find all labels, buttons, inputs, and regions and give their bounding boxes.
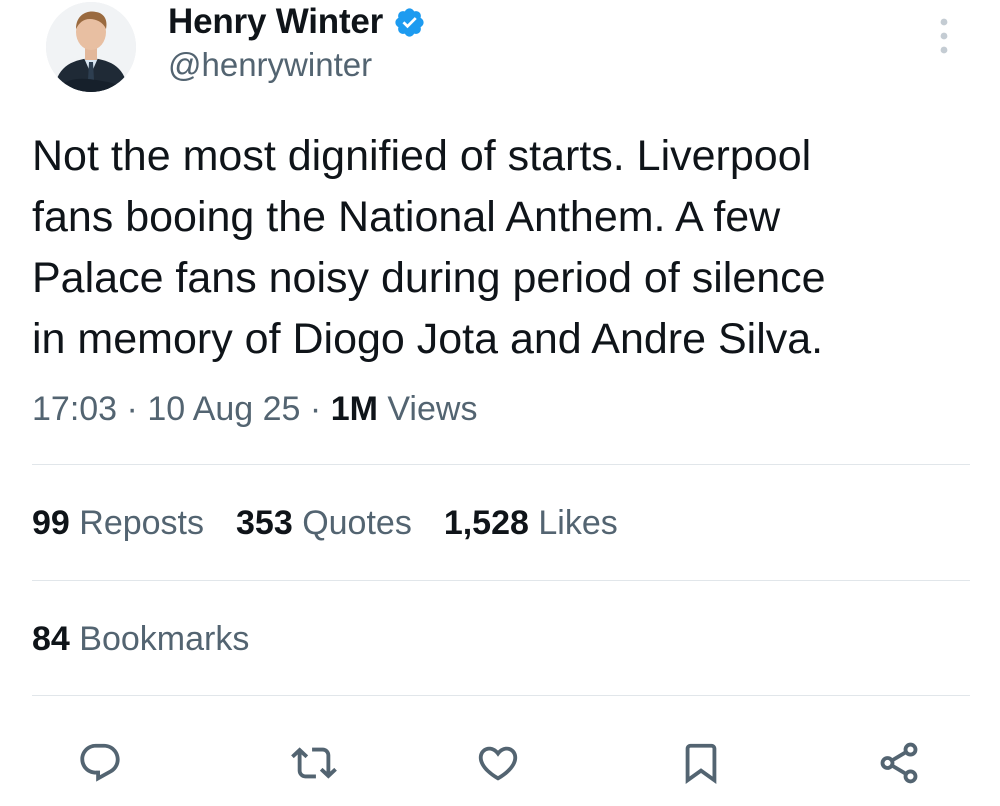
bookmarks-label: Bookmarks xyxy=(69,620,250,658)
share-nodes-icon xyxy=(880,742,918,784)
views-count: 1M xyxy=(330,390,378,428)
likes-stat[interactable]: 1,528 Likes xyxy=(444,504,618,543)
verified-badge-icon xyxy=(393,6,426,39)
vertical-ellipsis-icon[interactable] xyxy=(930,16,958,56)
reposts-stat[interactable]: 99 Reposts xyxy=(32,504,204,543)
meta-separator: · xyxy=(300,390,331,428)
reply-button[interactable] xyxy=(75,738,125,788)
bookmark-button[interactable] xyxy=(676,738,726,788)
divider xyxy=(32,464,970,465)
divider xyxy=(32,580,970,581)
author-name-row[interactable]: Henry Winter xyxy=(168,0,426,44)
bookmarks-stat[interactable]: 84 Bookmarks xyxy=(32,620,249,659)
stats-row: 99 Reposts 353 Quotes 1,528 Likes xyxy=(32,504,618,543)
bookmarks-count: 84 xyxy=(32,620,70,658)
views-label: Views xyxy=(377,390,478,428)
reposts-count: 99 xyxy=(32,504,70,542)
quotes-label: Quotes xyxy=(292,504,412,542)
quotes-stat[interactable]: 353 Quotes xyxy=(236,504,412,543)
heart-icon xyxy=(478,746,518,781)
bookmark-icon xyxy=(685,743,717,784)
meta-separator: · xyxy=(117,390,148,428)
avatar[interactable] xyxy=(46,2,136,92)
divider xyxy=(32,695,970,696)
avatar-image xyxy=(46,2,136,92)
speech-bubble-icon xyxy=(80,743,120,782)
tweet-time[interactable]: 17:03 xyxy=(32,390,117,428)
likes-label: Likes xyxy=(528,504,618,542)
author-name[interactable]: Henry Winter xyxy=(168,2,383,42)
quotes-count: 353 xyxy=(236,504,293,542)
tweet-text: Not the most dignified of starts. Liverp… xyxy=(32,132,826,363)
repost-arrows-icon xyxy=(291,747,337,779)
likes-count: 1,528 xyxy=(443,504,529,542)
author-handle[interactable]: @henrywinter xyxy=(168,46,372,84)
share-button[interactable] xyxy=(874,738,924,788)
reposts-label: Reposts xyxy=(69,504,205,542)
repost-button[interactable] xyxy=(289,738,339,788)
like-button[interactable] xyxy=(473,738,523,788)
tweet-meta: 17:03 · 10 Aug 25 · 1M Views xyxy=(32,390,477,429)
tweet-date[interactable]: 10 Aug 25 xyxy=(147,390,300,428)
